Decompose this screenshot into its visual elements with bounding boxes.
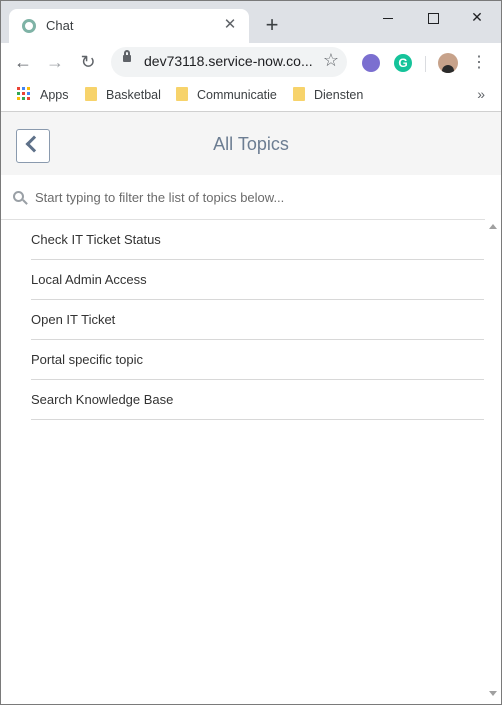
page-header: All Topics	[1, 112, 501, 175]
bookmark-basketbal[interactable]: Basketbal	[85, 87, 161, 102]
scroll-down-arrow-icon[interactable]	[489, 691, 497, 696]
topic-item[interactable]: Portal specific topic	[31, 340, 484, 380]
grammarly-icon[interactable]: G	[394, 54, 412, 72]
minimize-icon	[383, 17, 393, 19]
bookmark-apps[interactable]: Apps	[17, 87, 69, 102]
topic-item[interactable]: Check IT Ticket Status	[31, 220, 484, 260]
bookmark-communicatie[interactable]: Communicatie	[176, 87, 277, 102]
toolbar-divider	[425, 56, 426, 72]
bookmarks-bar: Apps Basketbal Communicatie Diensten »	[1, 81, 501, 112]
scrollbar[interactable]	[485, 219, 501, 704]
forward-nav-button[interactable]: →	[43, 51, 67, 73]
lock-icon[interactable]	[123, 50, 131, 63]
topic-filter-row	[1, 175, 501, 220]
bookmark-diensten[interactable]: Diensten	[293, 87, 363, 102]
browser-menu-icon[interactable]: ⋮	[471, 52, 487, 72]
apps-grid-icon	[17, 87, 31, 101]
browser-toolbar: ← → ↻ dev73118.service-now.co... ☆ G ⋮	[1, 43, 501, 81]
chat-page: All Topics Check IT Ticket Status Local …	[1, 112, 501, 704]
bookmark-star-icon[interactable]: ☆	[323, 50, 339, 71]
address-bar[interactable]: dev73118.service-now.co... ☆	[111, 47, 347, 77]
bookmarks-overflow-icon[interactable]: »	[477, 86, 485, 102]
tab-chat[interactable]: Chat ✕	[9, 9, 249, 43]
maximize-icon	[427, 12, 439, 24]
back-nav-button[interactable]: ←	[11, 51, 35, 73]
scroll-up-arrow-icon[interactable]	[489, 224, 497, 229]
topic-list: Check IT Ticket Status Local Admin Acces…	[31, 220, 484, 420]
window-close-button[interactable]: ✕	[457, 5, 497, 29]
topic-item[interactable]: Open IT Ticket	[31, 300, 484, 340]
url-text[interactable]: dev73118.service-now.co...	[144, 53, 313, 69]
tab-strip: Chat ✕ + ✕	[1, 1, 501, 43]
topic-filter-input[interactable]	[35, 187, 475, 207]
topic-item[interactable]: Search Knowledge Base	[31, 380, 484, 420]
maximize-button[interactable]	[413, 5, 453, 29]
reload-button[interactable]: ↻	[76, 51, 100, 73]
profile-avatar[interactable]	[438, 53, 458, 73]
folder-icon	[85, 87, 97, 101]
topic-item[interactable]: Local Admin Access	[31, 260, 484, 300]
chat-favicon-icon	[22, 19, 36, 33]
folder-icon	[293, 87, 305, 101]
bookmark-label: Communicatie	[197, 88, 277, 102]
bookmark-label: Diensten	[314, 88, 364, 102]
search-icon	[13, 191, 28, 205]
tab-title: Chat	[46, 18, 74, 33]
bookmark-label: Basketbal	[106, 88, 161, 102]
minimize-button[interactable]	[368, 5, 408, 29]
new-tab-button[interactable]: +	[261, 14, 283, 36]
page-title: All Topics	[213, 134, 289, 154]
browser-window: Chat ✕ + ✕ ← → ↻ dev73118.service-now.co…	[0, 0, 502, 705]
folder-icon	[176, 87, 188, 101]
tab-close-icon[interactable]: ✕	[221, 16, 239, 34]
extension-gear-icon[interactable]	[362, 54, 380, 72]
bookmark-label: Apps	[40, 88, 69, 102]
